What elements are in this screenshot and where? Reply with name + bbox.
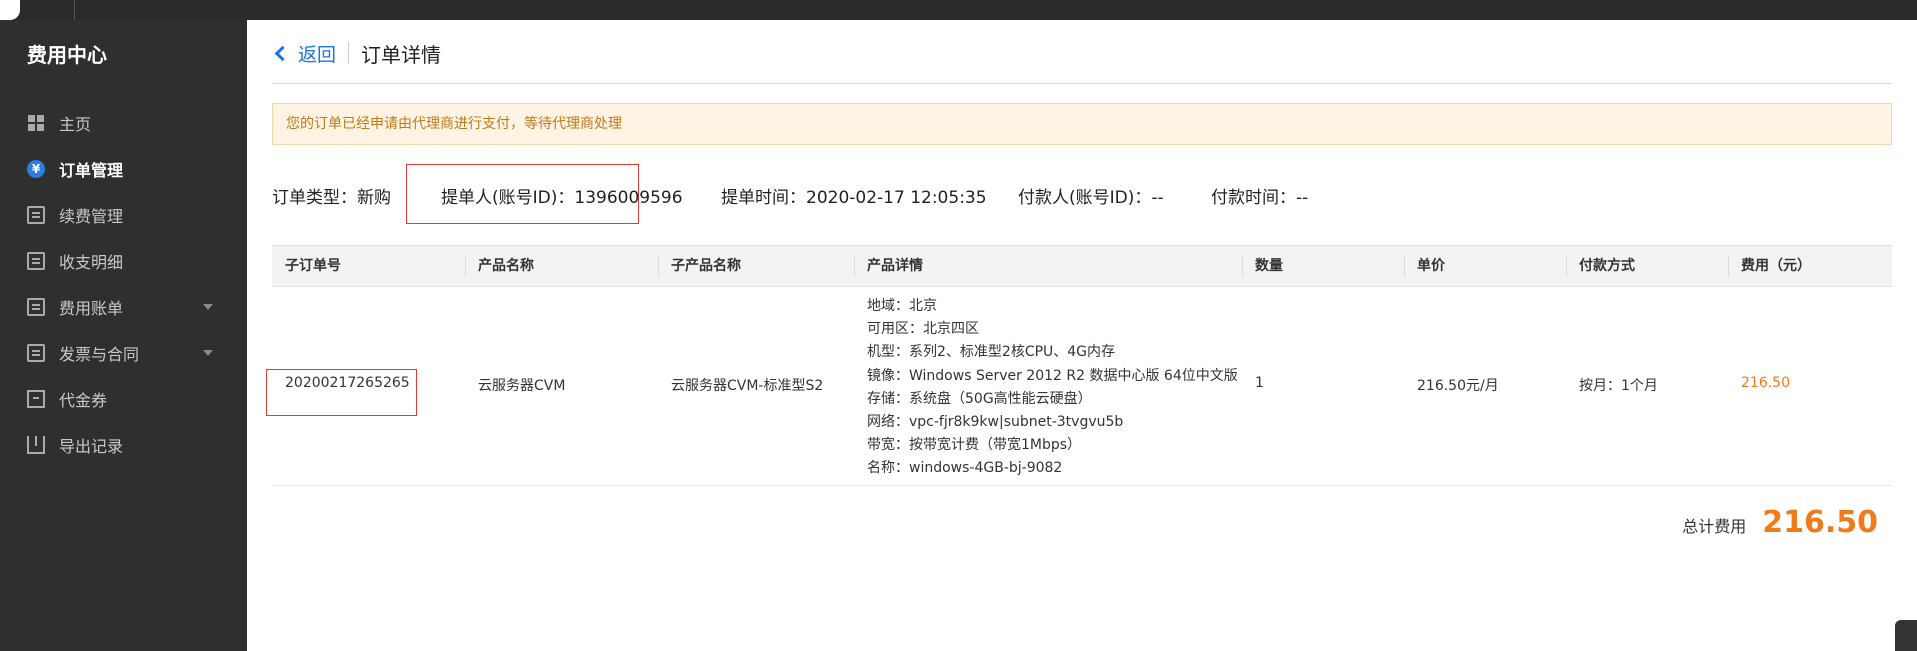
detail-line: 网络：vpc-fjr8k9kw|subnet-3tvgvu5b (867, 414, 1124, 431)
sidebar-item-invoices-contracts[interactable]: 发票与合同 (0, 330, 247, 376)
chevron-left-icon[interactable] (274, 45, 291, 61)
payer: 付款人(账号ID)：-- (1018, 183, 1164, 208)
submit-time: 提单时间：2020-02-17 12:05:35 (721, 183, 987, 208)
payment-method: 按月：1个月 (1579, 378, 1658, 394)
table-row: 20200217265265 云服务器CVM 云服务器CVM-标准型S2 地域：… (266, 287, 1892, 486)
detail-line: 带宽：按带宽计费（带宽1Mbps） (867, 437, 1082, 454)
product-name: 云服务器CVM (478, 378, 566, 394)
submitter-value: 1396009596 (574, 188, 683, 208)
sidebar-item-transactions[interactable]: 收支明细 (0, 238, 247, 284)
pay-time: 付款时间：-- (1211, 183, 1308, 208)
detail-line: 地域：北京 (867, 298, 937, 314)
total-value: 216.50 (1762, 505, 1878, 540)
sidebar-item-label: 续费管理 (59, 207, 124, 226)
order-info: 订单类型：新购 提单人(账号ID)：1396009596 提单时间：2020-0… (272, 164, 1892, 224)
sub-product-name: 云服务器CVM-标准型S2 (671, 378, 824, 394)
column-header: 单价 (1417, 258, 1445, 274)
pay-time-value: -- (1296, 188, 1309, 208)
voucher-icon (27, 390, 45, 408)
sidebar-item-label: 收支明细 (59, 253, 124, 272)
sidebar-item-order-management[interactable]: 订单管理 (0, 146, 247, 192)
page-header: 返回 订单详情 (272, 38, 441, 68)
cost: 216.50 (1741, 375, 1790, 391)
sidebar: 费用中心 主页 订单管理 续费管理 收支明细 费用账单 发票与合同 (0, 20, 247, 651)
sidebar-title: 费用中心 (27, 43, 107, 67)
order-type-label: 订单类型： (272, 188, 357, 208)
submit-time-label: 提单时间： (721, 188, 806, 208)
payer-value: -- (1151, 188, 1164, 208)
unit-price: 216.50元/月 (1417, 378, 1499, 394)
order-table: 子订单号 产品名称 子产品名称 产品详情 数量 单价 付款方式 费用（元） 20… (266, 245, 1892, 486)
logo[interactable] (0, 0, 20, 20)
sidebar-item-label: 订单管理 (59, 161, 124, 180)
column-header: 数量 (1255, 258, 1283, 274)
sidebar-item-label: 导出记录 (59, 437, 124, 456)
back-link[interactable]: 返回 (298, 40, 336, 67)
sidebar-item-home[interactable]: 主页 (0, 100, 247, 146)
order-type-value: 新购 (357, 188, 391, 208)
topbar-divider (74, 0, 75, 20)
ledger-icon (27, 252, 45, 270)
page-title: 订单详情 (361, 42, 442, 67)
sidebar-item-bills[interactable]: 费用账单 (0, 284, 247, 330)
total-cost: 总计费用 216.50 (1682, 505, 1878, 540)
sidebar-item-renewal-management[interactable]: 续费管理 (0, 192, 247, 238)
chevron-down-icon[interactable] (203, 304, 213, 310)
column-header: 子订单号 (285, 258, 341, 274)
sidebar-item-label: 代金券 (59, 391, 108, 410)
detail-line: 存储：系统盘（50G高性能云硬盘） (867, 390, 1092, 407)
quantity: 1 (1255, 375, 1264, 391)
sub-order-number: 20200217265265 (285, 375, 410, 391)
column-header: 费用（元） (1741, 258, 1811, 274)
scrollbar-corner[interactable] (1895, 620, 1917, 651)
export-icon (27, 436, 45, 454)
sidebar-item-label: 费用账单 (59, 299, 124, 318)
sidebar-item-label: 发票与合同 (59, 345, 140, 364)
detail-line: 名称：windows-4GB-bj-9082 (867, 460, 1063, 477)
column-header: 付款方式 (1579, 258, 1635, 274)
order-type: 订单类型：新购 (272, 183, 391, 208)
table-header: 子订单号 产品名称 子产品名称 产品详情 数量 单价 付款方式 费用（元） (272, 245, 1892, 287)
grid-icon (27, 114, 45, 132)
column-header: 子产品名称 (671, 258, 741, 274)
submitter-label: 提单人(账号ID)： (441, 188, 575, 208)
submitter: 提单人(账号ID)：1396009596 (441, 183, 683, 208)
pay-time-label: 付款时间： (1211, 188, 1296, 208)
header-divider (348, 42, 350, 64)
submit-time-value: 2020-02-17 12:05:35 (806, 188, 987, 208)
renew-doc-icon (27, 206, 45, 224)
total-label: 总计费用 (1682, 517, 1747, 536)
header-divider-line (272, 83, 1892, 84)
detail-line: 镜像：Windows Server 2012 R2 数据中心版 64位中文版 (867, 367, 1238, 384)
product-details: 地域：北京 可用区：北京四区 机型：系列2、标准型2核CPU、4G内存 镜像：W… (854, 295, 1244, 481)
sidebar-nav: 主页 订单管理 续费管理 收支明细 费用账单 发票与合同 代金券 (0, 100, 247, 468)
sidebar-item-label: 主页 (59, 115, 92, 134)
column-header: 产品详情 (867, 258, 923, 274)
chevron-down-icon[interactable] (203, 350, 213, 356)
notice-banner: 您的订单已经申请由代理商进行支付，等待代理商处理 (272, 103, 1892, 145)
yuan-coin-icon (27, 160, 45, 178)
sidebar-item-export-records[interactable]: 导出记录 (0, 422, 247, 468)
column-header: 产品名称 (478, 258, 534, 274)
payer-label: 付款人(账号ID)： (1018, 188, 1152, 208)
detail-line: 可用区：北京四区 (867, 321, 979, 338)
invoice-icon (27, 344, 45, 362)
top-bar (0, 0, 1917, 20)
sidebar-item-vouchers[interactable]: 代金券 (0, 376, 247, 422)
bill-icon (27, 298, 45, 316)
detail-line: 机型：系列2、标准型2核CPU、4G内存 (867, 344, 1116, 361)
